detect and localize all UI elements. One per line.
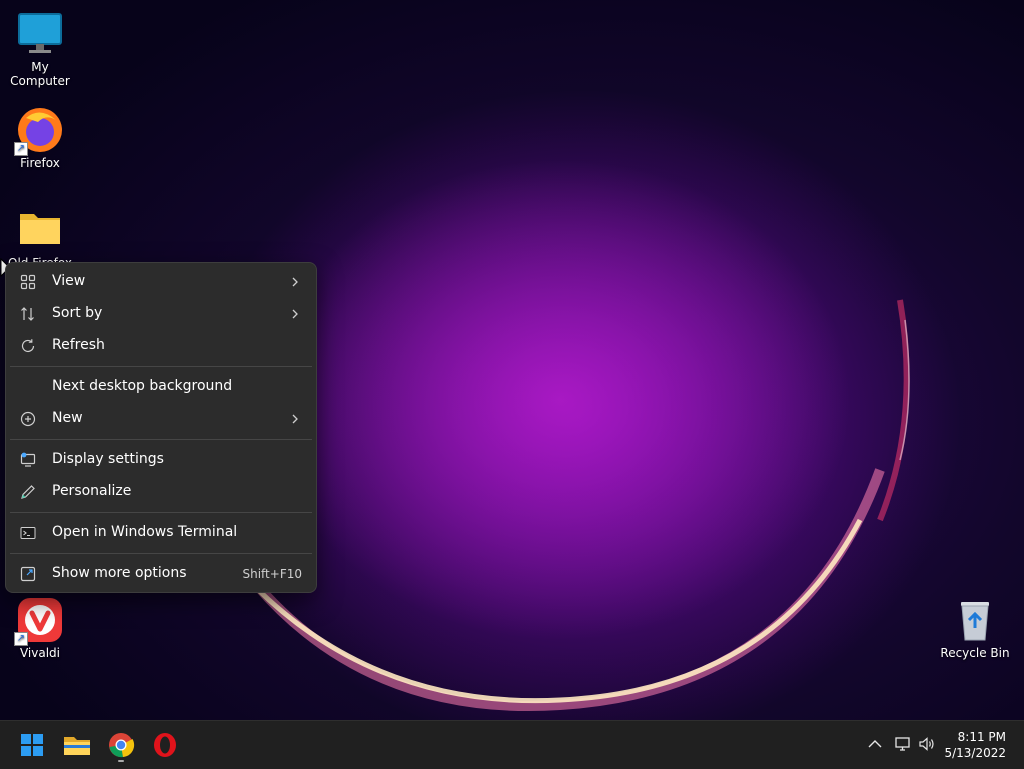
menu-item-label: Open in Windows Terminal xyxy=(52,524,238,540)
keyboard-shortcut: Shift+F10 xyxy=(242,567,302,581)
menu-separator xyxy=(10,366,312,367)
chevron-up-icon[interactable] xyxy=(866,735,884,753)
menu-item-personalize[interactable]: Personalize xyxy=(10,477,310,507)
recycle-bin-icon xyxy=(951,596,999,644)
folder-icon xyxy=(16,206,64,254)
menu-item-label: Show more options xyxy=(52,565,187,581)
taskbar-chrome[interactable] xyxy=(103,727,139,763)
menu-item-label: Sort by xyxy=(52,305,103,321)
opera-icon xyxy=(154,733,176,757)
menu-item-new[interactable]: New xyxy=(10,404,310,434)
menu-item-view[interactable]: View xyxy=(10,267,310,297)
expand-icon xyxy=(20,566,36,582)
desktop-icon-recycle-bin[interactable]: Recycle Bin xyxy=(935,596,1015,660)
desktop-icon-label: Firefox xyxy=(20,156,60,170)
desktop-context-menu: View Sort by Refresh Next desktop backgr… xyxy=(5,262,317,593)
menu-item-open-in-windows-terminal[interactable]: Open in Windows Terminal xyxy=(10,518,310,548)
shortcut-arrow-icon: ↗ xyxy=(14,142,28,156)
start-icon xyxy=(21,734,43,756)
taskbar: 8:11 PM 5/13/2022 xyxy=(0,720,1024,769)
display-settings-icon xyxy=(20,452,36,467)
grid-icon xyxy=(20,274,36,290)
clock-time: 8:11 PM xyxy=(957,730,1006,744)
taskbar-file-explorer[interactable] xyxy=(59,727,95,763)
plus-circle-icon xyxy=(20,411,36,427)
volume-icon[interactable] xyxy=(918,735,936,753)
menu-item-label: Next desktop background xyxy=(52,378,233,394)
taskbar-clock[interactable]: 8:11 PM 5/13/2022 xyxy=(944,729,1006,761)
shortcut-arrow-icon: ↗ xyxy=(14,632,28,646)
menu-item-show-more-options[interactable]: Show more options Shift+F10 xyxy=(10,559,310,589)
refresh-icon xyxy=(21,339,35,352)
menu-item-refresh[interactable]: Refresh xyxy=(10,331,310,361)
pencil-icon xyxy=(21,485,35,499)
desktop-icon-label: Vivaldi xyxy=(19,646,61,660)
menu-item-label: New xyxy=(52,410,83,426)
menu-separator xyxy=(10,512,312,513)
file-explorer-icon xyxy=(64,737,90,755)
menu-separator xyxy=(10,439,312,440)
menu-item-label: Refresh xyxy=(52,337,105,353)
desktop[interactable]: My Computer ↗ Firefox Old Firefox xyxy=(0,0,1024,720)
desktop-icon-vivaldi[interactable]: ↗ Vivaldi xyxy=(0,596,80,660)
desktop-icon-label: Recycle Bin xyxy=(940,646,1010,660)
desktop-icon-my-computer[interactable]: My Computer xyxy=(0,10,80,88)
menu-item-next-desktop-background[interactable]: Next desktop background xyxy=(10,372,310,402)
menu-item-display-settings[interactable]: Display settings xyxy=(10,445,310,475)
desktop-icon-label: My Computer xyxy=(10,60,70,88)
chevron-right-icon xyxy=(292,414,298,424)
desktop-icon-firefox[interactable]: ↗ Firefox xyxy=(0,106,80,170)
terminal-icon xyxy=(20,527,36,539)
menu-item-sort-by[interactable]: Sort by xyxy=(10,299,310,329)
taskbar-opera[interactable] xyxy=(147,727,183,763)
chevron-right-icon xyxy=(292,277,298,287)
menu-item-label: View xyxy=(52,273,86,289)
running-indicator xyxy=(118,760,124,762)
vivaldi-icon: ↗ xyxy=(14,596,64,646)
clock-date: 5/13/2022 xyxy=(944,746,1006,760)
sort-icon xyxy=(21,307,34,321)
firefox-icon: ↗ xyxy=(14,106,64,156)
chrome-icon xyxy=(109,733,135,758)
menu-item-label: Personalize xyxy=(52,483,132,499)
network-icon[interactable] xyxy=(894,735,912,753)
menu-separator xyxy=(10,553,312,554)
monitor-icon xyxy=(16,10,64,58)
chevron-right-icon xyxy=(292,309,298,319)
start-button[interactable] xyxy=(14,727,50,763)
menu-item-label: Display settings xyxy=(52,451,164,467)
